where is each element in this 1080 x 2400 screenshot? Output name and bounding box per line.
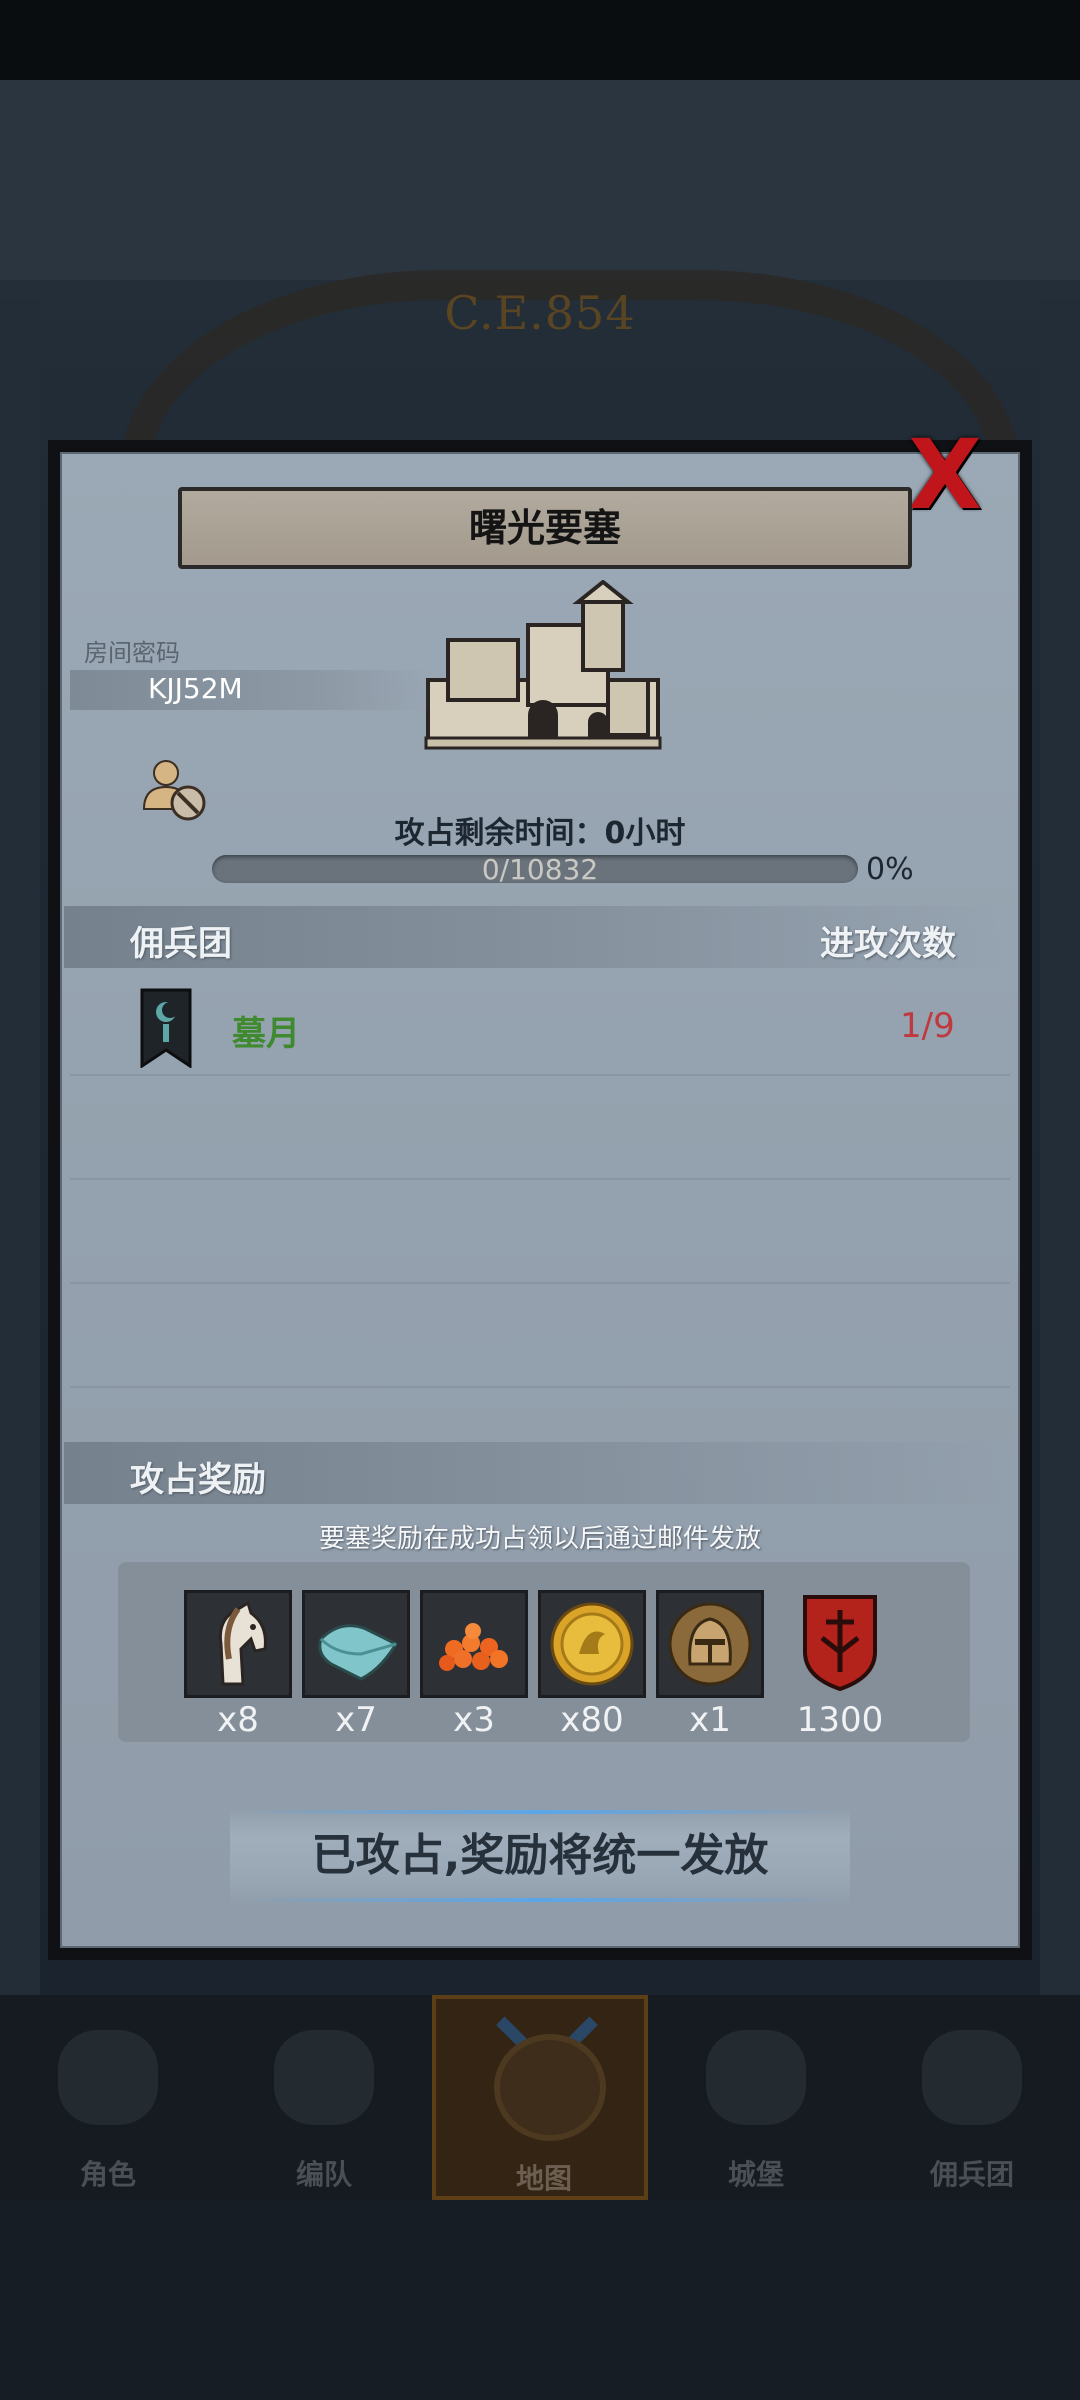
nav-item-mercenary[interactable]: 佣兵团: [864, 1995, 1080, 2200]
room-password-label: 房间密码: [84, 639, 180, 667]
reward-qty: x80: [560, 1700, 624, 1740]
button-glow-top: [240, 1810, 840, 1814]
character-icon: [58, 2030, 158, 2125]
table-row: [70, 1284, 1010, 1388]
nav-item-castle[interactable]: 城堡: [648, 1995, 864, 2200]
bottom-bar: [0, 2200, 1080, 2400]
cloth-icon: [318, 1624, 399, 1681]
close-button[interactable]: X: [900, 427, 990, 523]
reward-item-gold-coin[interactable]: [538, 1590, 646, 1698]
mercenary-section-title: 佣兵团: [130, 924, 232, 964]
reward-qty: x7: [335, 1700, 377, 1740]
reward-qty: x1: [689, 1700, 731, 1740]
background-band: [0, 80, 1080, 280]
reward-item-helmet[interactable]: [656, 1590, 764, 1698]
attack-count: 1/9: [900, 1006, 955, 1046]
nav-label: 城堡: [727, 2158, 784, 2191]
nav-label: 角色: [79, 2158, 136, 2191]
nav-label: 编队: [295, 2158, 352, 2191]
reward-note: 要塞奖励在成功占领以后通过邮件发放: [318, 1524, 761, 1554]
reward-qty: 1300: [796, 1700, 884, 1740]
nav-item-character[interactable]: 角色: [0, 1995, 216, 2200]
attacks-header: 进攻次数: [820, 924, 956, 964]
table-row[interactable]: [70, 972, 1010, 1076]
table-row: [70, 1180, 1010, 1284]
berries-icon: [439, 1623, 508, 1671]
reward-item-berries[interactable]: [420, 1590, 528, 1698]
button-glow-bottom: [240, 1898, 840, 1902]
nav-label: 地图: [515, 2162, 572, 2195]
status-bar-area: [0, 0, 1080, 80]
nav-label: 佣兵团: [929, 2158, 1014, 2191]
reward-item-cloth[interactable]: [302, 1590, 410, 1698]
gold-coin-icon: [550, 1602, 634, 1686]
mercenary-nav-icon: [922, 2030, 1022, 2125]
table-row: [70, 1076, 1010, 1180]
reward-qty: x3: [453, 1700, 495, 1740]
castle-icon: [424, 580, 662, 750]
progress-percent: 0%: [866, 852, 914, 887]
progress-value: 0/10832: [481, 853, 599, 886]
reward-item-horse[interactable]: [184, 1590, 292, 1698]
nav-item-map[interactable]: 地图: [432, 1974, 648, 2200]
reward-qty: x8: [217, 1700, 259, 1740]
mercenary-name: 墓月: [232, 1014, 300, 1054]
shield-emblem-icon[interactable]: [800, 1592, 880, 1692]
room-password-value: KJJ52M: [148, 672, 243, 705]
castle-nav-icon: [706, 2030, 806, 2125]
era-label: C.E.854: [444, 286, 636, 340]
helmet-icon: [668, 1602, 752, 1686]
room-password-strip: [70, 670, 430, 710]
guild-banner-icon: [140, 988, 192, 1068]
reward-section-title: 攻占奖励: [130, 1460, 266, 1500]
horse-icon: [218, 1600, 267, 1686]
remaining-time: 攻占剩余时间：0小时: [394, 816, 686, 851]
map-icon: [494, 2034, 606, 2141]
formation-icon: [274, 2030, 374, 2125]
background-left-panel: [0, 300, 40, 2000]
bottom-nav: 角色 编队 地图 城堡 佣兵团: [0, 1974, 1080, 2200]
dialog-title: 曙光要塞: [178, 487, 912, 569]
background-right-panel: [1040, 300, 1080, 2000]
nav-item-formation[interactable]: 编队: [216, 1995, 432, 2200]
captured-status-button[interactable]: 已攻占,奖励将统一发放: [230, 1808, 850, 1904]
